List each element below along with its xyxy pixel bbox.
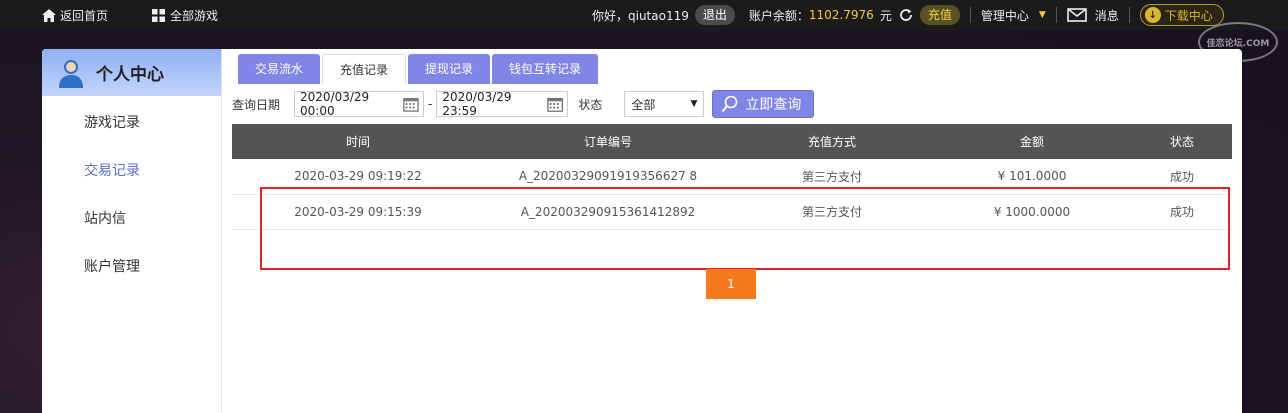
cell-method: 第三方支付 xyxy=(732,194,932,230)
cell-status: 成功 xyxy=(1132,194,1232,230)
cell-time: 2020-03-29 09:19:22 xyxy=(232,159,484,195)
main-panel: 个人中心 游戏记录 交易记录 站内信 账户管理 交易流水 充值记录 提现记录 钱… xyxy=(42,49,1242,413)
all-games-link[interactable]: 全部游戏 xyxy=(152,7,218,24)
search-button-label: 立即查询 xyxy=(745,97,802,113)
home-link[interactable]: 返回首页 xyxy=(42,7,108,24)
tab-withdraw-records[interactable]: 提现记录 xyxy=(408,54,491,84)
end-date-input[interactable]: 2020/03/29 23:59 xyxy=(436,90,569,118)
header-time: 时间 xyxy=(232,124,484,159)
header-order-no: 订单编号 xyxy=(484,124,732,159)
query-bar: 查询日期 2020/03/29 00:00 - 2020/03/29 23:59 xyxy=(232,90,815,118)
refresh-icon[interactable] xyxy=(898,7,914,23)
download-label: 下载中心 xyxy=(1164,8,1213,23)
date-label: 查询日期 xyxy=(232,97,281,112)
records-table: 时间 订单编号 充值方式 金额 状态 2020-03-29 09:19:22 A… xyxy=(232,124,1232,270)
sidebar-item-inbox[interactable]: 站内信 xyxy=(84,208,126,228)
table-row: 2020-03-29 09:19:22 A_202003290919193566… xyxy=(232,159,1232,195)
status-label: 状态 xyxy=(578,97,603,112)
download-icon: ↓ xyxy=(1144,7,1161,23)
download-center-button[interactable]: ↓ 下载中心 xyxy=(1139,4,1224,26)
divider xyxy=(969,7,971,23)
account-bar: 你好，qiutao119 退出 账户余额： 1102.7976 元 充值 管理中… xyxy=(592,4,1224,26)
balance-label: 账户余额： xyxy=(748,8,809,23)
home-label: 返回首页 xyxy=(60,9,109,23)
manage-center-menu[interactable]: 管理中心 xyxy=(981,7,1029,24)
grid-icon xyxy=(152,9,165,22)
status-select[interactable]: 全部 ▼ xyxy=(624,91,705,117)
date-dash: - xyxy=(428,97,433,111)
start-date-input[interactable]: 2020/03/29 00:00 xyxy=(294,90,425,118)
tab-bar: 交易流水 充值记录 提现记录 钱包互转记录 xyxy=(238,54,600,84)
all-games-label: 全部游戏 xyxy=(170,9,219,23)
sidebar-title: 个人中心 xyxy=(96,65,164,85)
recharge-button[interactable]: 充值 xyxy=(919,5,960,25)
cell-amount: ¥ 101.0000 xyxy=(932,159,1132,195)
sidebar-item-account[interactable]: 账户管理 xyxy=(84,256,140,276)
chevron-down-icon[interactable]: ▼ xyxy=(1039,10,1046,20)
header-method: 充值方式 xyxy=(732,124,932,159)
cell-amount: ¥ 1000.0000 xyxy=(932,194,1132,230)
mail-icon[interactable] xyxy=(1066,8,1087,22)
top-bar: 返回首页 全部游戏 你好，qiutao119 退出 账户余额： 1102.797… xyxy=(0,0,1288,30)
content-area: 交易流水 充值记录 提现记录 钱包互转记录 查询日期 2020/03/29 00… xyxy=(232,49,1232,413)
divider xyxy=(1128,7,1130,23)
cell-method: 第三方支付 xyxy=(732,159,932,195)
cell-order-no: A_20200329091919356627 8 xyxy=(484,159,732,195)
table-row: 2020-03-29 09:15:39 A_202003290915361412… xyxy=(232,194,1232,230)
header-amount: 金额 xyxy=(932,124,1132,159)
user-icon xyxy=(59,59,83,88)
cell-time: 2020-03-29 09:15:39 xyxy=(232,194,484,230)
select-arrow-icon: ▼ xyxy=(690,99,698,109)
sidebar-header: 个人中心 xyxy=(42,49,221,96)
cell-order-no: A_202003290915361412892 xyxy=(484,194,732,230)
watermark-text: 佳恋论坛.COM xyxy=(1206,38,1270,49)
messages-link[interactable]: 消息 xyxy=(1095,7,1119,24)
currency-label: 元 xyxy=(879,8,892,23)
sidebar-item-game-records[interactable]: 游戏记录 xyxy=(84,112,140,132)
home-icon xyxy=(42,9,56,22)
tab-recharge-records[interactable]: 充值记录 xyxy=(322,54,407,84)
sidebar-item-transaction-records[interactable]: 交易记录 xyxy=(84,160,140,180)
page-button-1[interactable]: 1 xyxy=(706,269,756,299)
cell-status: 成功 xyxy=(1132,159,1232,195)
status-select-value: 全部 xyxy=(631,97,656,112)
search-button[interactable]: 立即查询 xyxy=(712,90,815,118)
calendar-icon[interactable] xyxy=(403,95,419,113)
calendar-icon[interactable] xyxy=(547,95,563,113)
logout-button[interactable]: 退出 xyxy=(694,5,735,25)
greeting-text: 你好，qiutao119 xyxy=(592,8,689,23)
divider xyxy=(1055,7,1057,23)
search-icon xyxy=(722,95,738,113)
end-date-value: 2020/03/29 23:59 xyxy=(442,90,512,118)
tab-transaction-flow[interactable]: 交易流水 xyxy=(238,54,321,84)
sidebar: 个人中心 游戏记录 交易记录 站内信 账户管理 xyxy=(42,49,222,413)
tab-wallet-transfer[interactable]: 钱包互转记录 xyxy=(492,54,599,84)
start-date-value: 2020/03/29 00:00 xyxy=(300,90,370,118)
header-status: 状态 xyxy=(1132,124,1232,159)
balance-value: 1102.7976 xyxy=(808,8,874,22)
table-header-row: 时间 订单编号 充值方式 金额 状态 xyxy=(232,124,1232,159)
